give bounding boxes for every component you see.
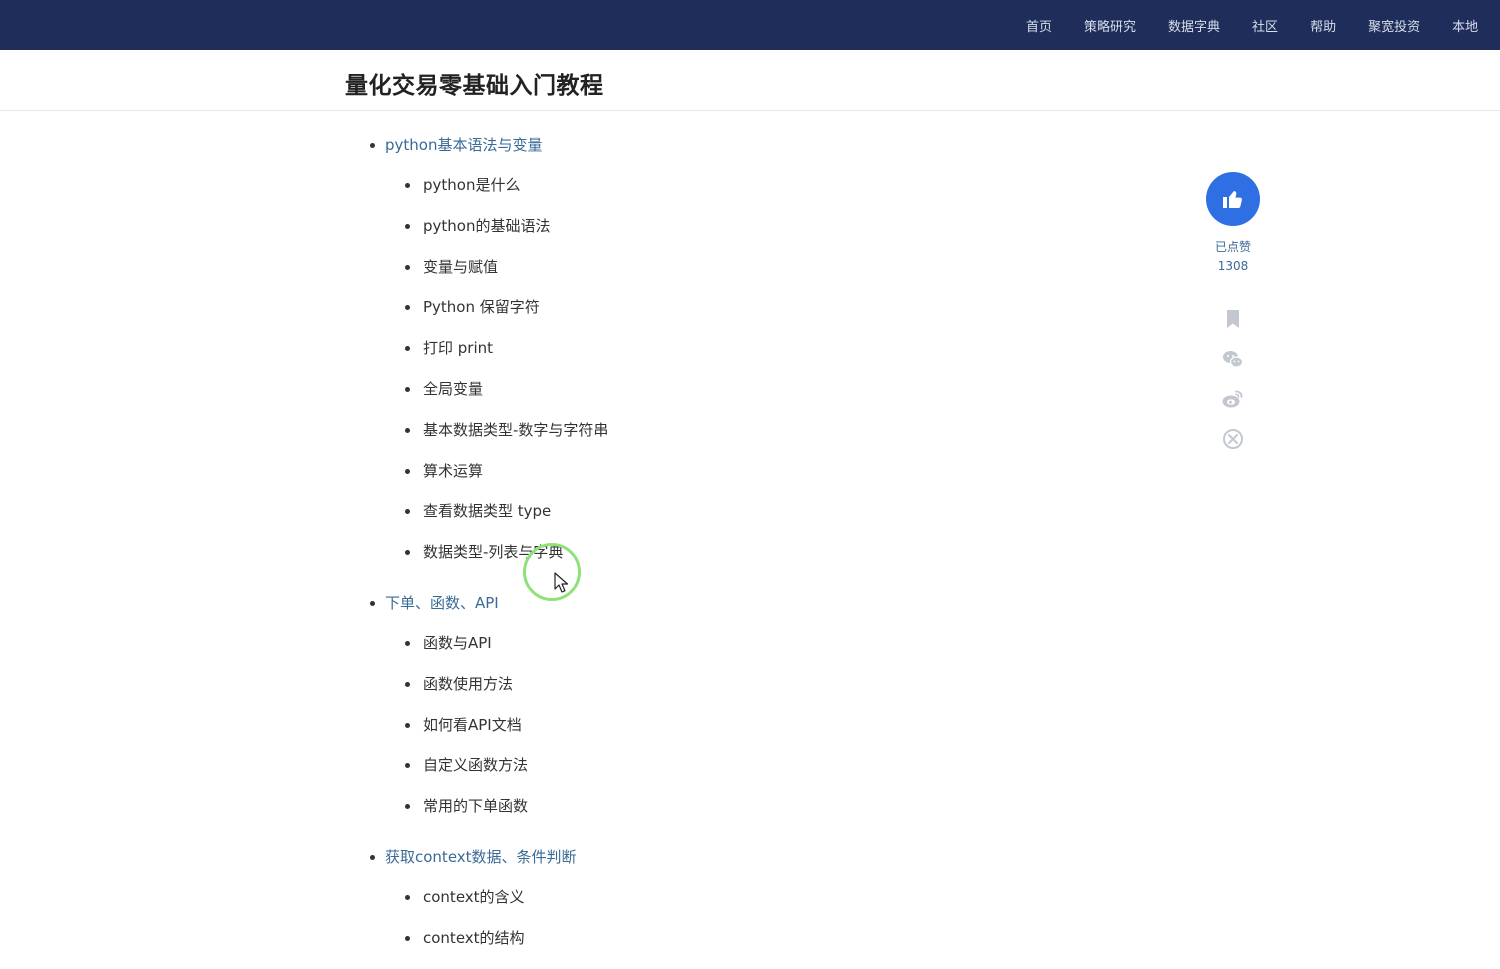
toc-item[interactable]: 函数与API	[385, 623, 1145, 664]
page-title: 量化交易零基础入门教程	[345, 73, 604, 99]
like-button[interactable]	[1206, 172, 1260, 226]
bullet	[405, 427, 410, 433]
bullet	[405, 468, 410, 474]
toc-item[interactable]: Python 保留字符	[385, 287, 1145, 328]
toc-item-label: python是什么	[423, 176, 521, 194]
toc-item-label: 基本数据类型-数字与字符串	[423, 420, 609, 439]
toc-item[interactable]: context的结构	[385, 918, 1145, 959]
toc-item[interactable]: 常用的下单函数	[385, 786, 1145, 827]
toc-section-link[interactable]: 获取context数据、条件判断	[385, 837, 1145, 877]
toc-section-link[interactable]: python基本语法与变量	[385, 125, 1145, 165]
toc-item-label: context的含义	[423, 887, 525, 906]
toc-item[interactable]: 自定义函数方法	[385, 745, 1145, 786]
main-nav: 首页 策略研究 数据字典 社区 帮助 聚宽投资 本地	[1010, 0, 1494, 50]
nav-community[interactable]: 社区	[1236, 16, 1294, 35]
toc-section: python基本语法与变量 python是什么 python的基础语法 变量与赋…	[345, 125, 1145, 573]
bullet	[405, 305, 410, 311]
wechat-icon[interactable]	[1221, 347, 1245, 371]
toc-item-label: 函数使用方法	[423, 674, 514, 693]
toc-item-label: 如何看API文档	[423, 715, 522, 734]
toc-item[interactable]: python是什么	[385, 165, 1145, 206]
bullet	[405, 386, 410, 392]
bullet	[405, 640, 410, 646]
toc-item[interactable]: 数据类型-列表与字典	[385, 532, 1145, 573]
toc-item[interactable]: 查看数据类型 type	[385, 491, 1145, 532]
toc-item-label: 算术运算	[423, 461, 484, 480]
like-count: 1308	[1217, 259, 1249, 273]
toc-item-label: 数据类型-列表与字典	[423, 543, 564, 562]
toc-item[interactable]: 算术运算	[385, 451, 1145, 492]
nav-help[interactable]: 帮助	[1294, 16, 1352, 35]
bullet	[405, 509, 410, 515]
toc-item-label: python的基础语法	[423, 216, 551, 235]
toc-item[interactable]: 变量与赋值	[385, 247, 1145, 288]
nav-home[interactable]: 首页	[1010, 16, 1068, 35]
toc-item-label: 查看数据类型 type	[423, 502, 552, 521]
top-navbar: 首页 策略研究 数据字典 社区 帮助 聚宽投资 本地	[0, 0, 1500, 50]
bullet	[370, 600, 375, 606]
toc-item-label: 自定义函数方法	[423, 756, 529, 775]
bullet	[405, 346, 410, 352]
bullet	[405, 894, 410, 900]
bullet	[405, 722, 410, 728]
toc-item[interactable]: python的基础语法	[385, 206, 1145, 247]
toc-item[interactable]: context的含义	[385, 877, 1145, 918]
nav-data-dictionary[interactable]: 数据字典	[1152, 16, 1236, 35]
toc-item-label: 打印 print	[423, 339, 494, 358]
nav-local[interactable]: 本地	[1436, 16, 1494, 35]
share-icon[interactable]	[1221, 427, 1245, 451]
bullet	[370, 143, 375, 148]
toc-item-label: 全局变量	[423, 379, 484, 398]
toc-item-label: 常用的下单函数	[423, 797, 529, 816]
toc-item[interactable]: 函数使用方法	[385, 664, 1145, 705]
toc-item-label: 函数与API	[423, 633, 492, 652]
like-status: 已点赞	[1214, 240, 1251, 254]
toc-item-label: Python 保留字符	[423, 298, 540, 317]
bullet	[370, 854, 375, 860]
bullet	[405, 183, 410, 188]
toc-item[interactable]: 如何看API文档	[385, 705, 1145, 746]
toc-item[interactable]: 全局变量	[385, 369, 1145, 410]
thumbs-up-icon	[1223, 191, 1242, 208]
toc-section-link[interactable]: 下单、函数、API	[385, 583, 1145, 623]
toc-section: 获取context数据、条件判断 context的含义 context的结构	[345, 837, 1145, 959]
toc-item[interactable]: 基本数据类型-数字与字符串	[385, 410, 1145, 451]
bullet	[405, 763, 410, 769]
toc-item-label: 变量与赋值	[423, 257, 499, 276]
weibo-icon[interactable]	[1221, 387, 1245, 411]
bullet	[405, 223, 410, 229]
title-bar: 量化交易零基础入门教程	[0, 50, 1500, 111]
action-sidebar: 已点赞 1308	[1206, 172, 1260, 451]
nav-strategy-research[interactable]: 策略研究	[1068, 16, 1152, 35]
bookmark-icon[interactable]	[1221, 307, 1245, 331]
nav-joinquant-invest[interactable]: 聚宽投资	[1352, 16, 1436, 35]
bullet	[405, 935, 410, 941]
like-info: 已点赞 1308	[1206, 238, 1260, 276]
bullet	[405, 681, 410, 687]
table-of-contents: python基本语法与变量 python是什么 python的基础语法 变量与赋…	[345, 125, 1145, 969]
toc-section: 下单、函数、API 函数与API 函数使用方法 如何看API文档 自定义函数方法…	[345, 583, 1145, 827]
toc-item[interactable]: 打印 print	[385, 328, 1145, 369]
bullet	[405, 550, 410, 556]
bullet	[405, 804, 410, 810]
bullet	[405, 264, 410, 270]
